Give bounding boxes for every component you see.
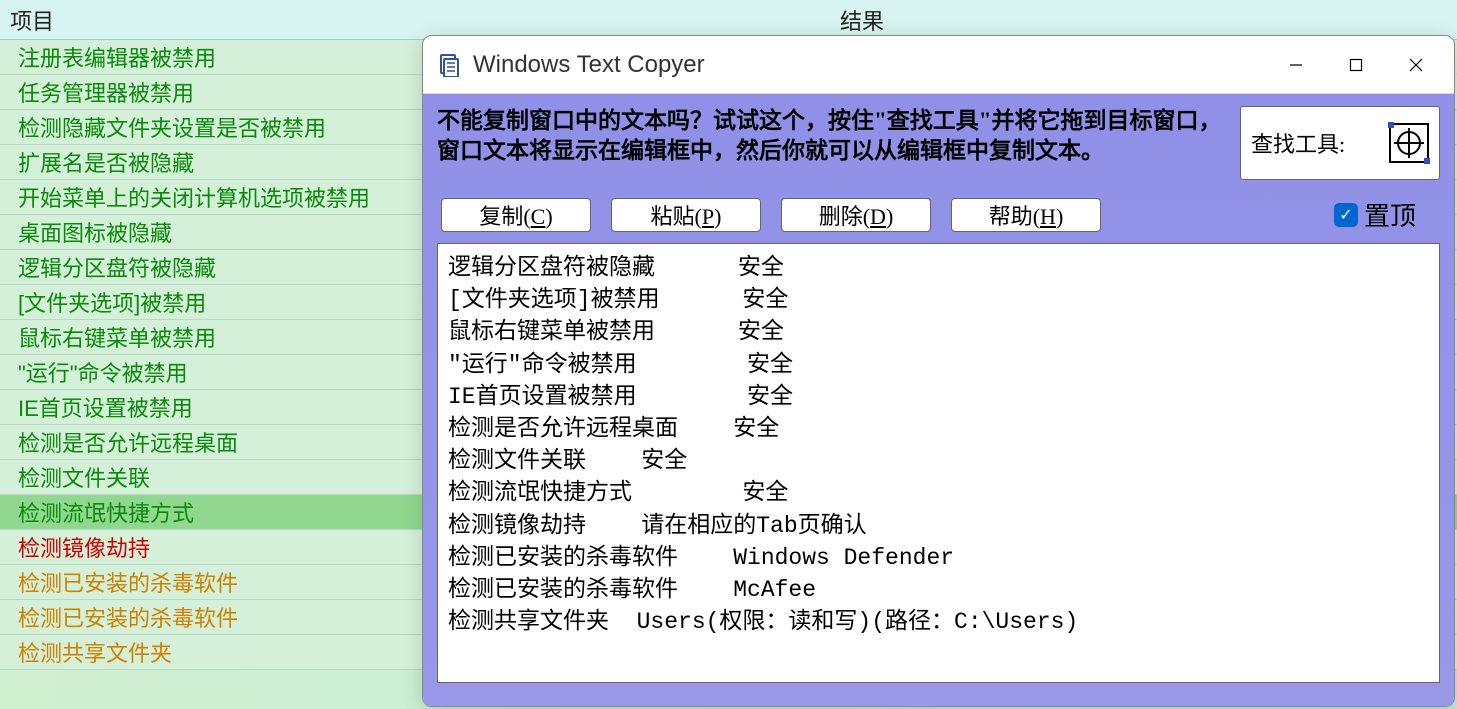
finder-tool-box: 查找工具: (1240, 106, 1440, 180)
button-row: 复制(C) 粘贴(P) 删除(D) 帮助(H) ✓ 置顶 (431, 190, 1446, 243)
finder-tool-icon[interactable] (1389, 123, 1429, 163)
app-icon (437, 53, 461, 77)
checkbox-label: 置顶 (1364, 196, 1416, 233)
maximize-button[interactable] (1326, 45, 1386, 85)
paste-button[interactable]: 粘贴(P) (611, 198, 761, 232)
minimize-button[interactable] (1266, 45, 1326, 85)
checkbox-icon: ✓ (1334, 203, 1358, 227)
popup-body: 不能复制窗口中的文本吗？试试这个，按住"查找工具"并将它拖到目标窗口，窗口文本将… (423, 94, 1454, 706)
always-on-top-checkbox[interactable]: ✓ 置顶 (1334, 196, 1416, 233)
header-col-result[interactable]: 结果 (830, 0, 894, 40)
close-button[interactable] (1386, 45, 1446, 85)
finder-label: 查找工具: (1251, 127, 1345, 159)
crosshair-icon (1397, 131, 1421, 155)
delete-button[interactable]: 删除(D) (781, 198, 931, 232)
text-copyer-window: Windows Text Copyer 不能复制窗口中的文本吗？试试这个，按住"… (422, 35, 1455, 707)
window-title: Windows Text Copyer (473, 51, 1266, 79)
instruction-row: 不能复制窗口中的文本吗？试试这个，按住"查找工具"并将它拖到目标窗口，窗口文本将… (431, 102, 1446, 190)
header-col-item[interactable]: 项目 (0, 0, 830, 40)
copy-button[interactable]: 复制(C) (441, 198, 591, 232)
table-header: 项目 结果 (0, 0, 1457, 40)
help-button[interactable]: 帮助(H) (951, 198, 1101, 232)
instruction-text: 不能复制窗口中的文本吗？试试这个，按住"查找工具"并将它拖到目标窗口，窗口文本将… (437, 106, 1226, 180)
titlebar[interactable]: Windows Text Copyer (423, 36, 1454, 94)
output-textarea[interactable]: 逻辑分区盘符被隐藏 安全 [文件夹选项]被禁用 安全 鼠标右键菜单被禁用 安全 … (437, 243, 1440, 683)
